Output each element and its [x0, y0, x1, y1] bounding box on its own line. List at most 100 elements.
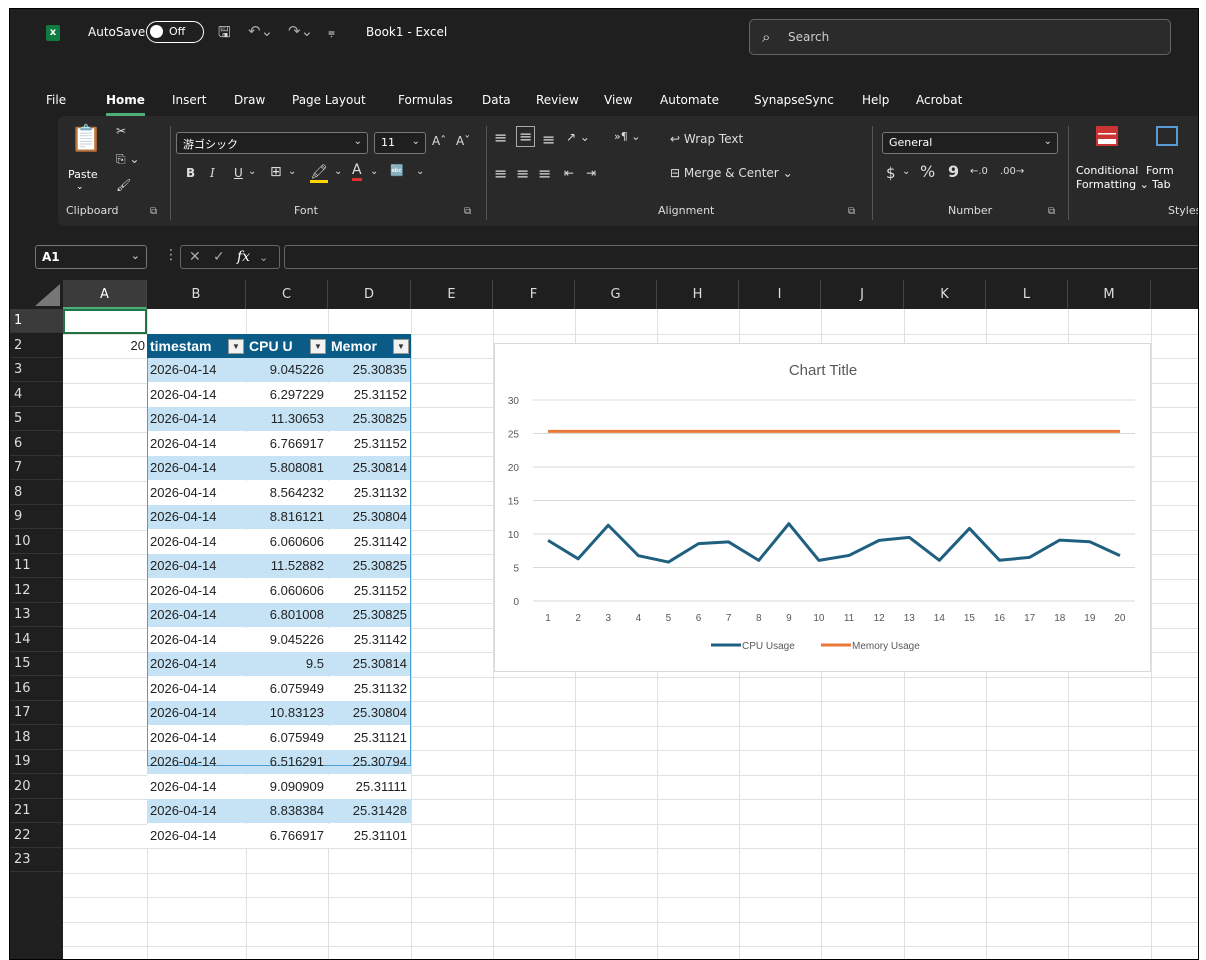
table-cell[interactable]: 6.766917	[246, 432, 328, 456]
row-header-13[interactable]: 13	[10, 603, 63, 627]
undo-icon[interactable]: ↶⌄	[248, 22, 273, 40]
table-cell[interactable]: 25.31152	[328, 383, 411, 407]
save-icon[interactable]: 🖫	[218, 22, 231, 47]
chevron-down-icon[interactable]: ⌄	[334, 166, 342, 177]
fill-color-icon[interactable]: 🖍	[310, 164, 328, 183]
table-cell[interactable]: 11.30653	[246, 407, 328, 431]
table-cell[interactable]: 2026-04-14	[147, 530, 246, 554]
align-middle-icon[interactable]: ≡	[516, 126, 536, 147]
conditional-formatting-button[interactable]: Conditional	[1076, 164, 1138, 177]
name-box[interactable]: A1 ⌄	[35, 245, 147, 269]
table-cell[interactable]: 9.5	[246, 652, 328, 676]
table-cell[interactable]: 9.090909	[246, 775, 328, 799]
table-cell[interactable]: 2026-04-14	[147, 750, 246, 774]
row-header-9[interactable]: 9	[10, 505, 63, 529]
table-cell[interactable]: 2026-04-14	[147, 505, 246, 529]
tab-data[interactable]: Data	[482, 93, 511, 107]
underline-button[interactable]: U	[234, 166, 243, 180]
filter-dropdown-icon[interactable]: ▼	[310, 339, 326, 354]
table-cell[interactable]: 8.564232	[246, 481, 328, 505]
table-cell[interactable]: 8.816121	[246, 505, 328, 529]
font-size-combo[interactable]: 11 ⌄	[374, 132, 426, 154]
column-header-a[interactable]: A	[63, 280, 147, 309]
table-cell[interactable]: 9.045226	[246, 628, 328, 652]
table-cell[interactable]: 2026-04-14	[147, 726, 246, 750]
row-header-18[interactable]: 18	[10, 726, 63, 750]
tab-help[interactable]: Help	[862, 93, 889, 107]
table-cell[interactable]: 2026-04-14	[147, 824, 246, 848]
column-header-g[interactable]: G	[575, 280, 657, 309]
row-header-4[interactable]: 4	[10, 383, 63, 407]
italic-button[interactable]: I	[210, 166, 215, 180]
table-cell[interactable]: 6.060606	[246, 579, 328, 603]
cut-icon[interactable]: ✂	[116, 124, 126, 138]
row-header-21[interactable]: 21	[10, 799, 63, 823]
conditional-formatting-icon[interactable]	[1096, 126, 1118, 146]
row-header-8[interactable]: 8	[10, 481, 63, 505]
align-right-icon[interactable]: ≡	[538, 164, 551, 183]
row-header-22[interactable]: 22	[10, 824, 63, 848]
table-cell[interactable]: 25.31111	[328, 775, 411, 799]
table-cell[interactable]: 25.31132	[328, 481, 411, 505]
search-box[interactable]: ⌕ Search	[749, 19, 1171, 55]
column-header-d[interactable]: D	[328, 280, 411, 309]
copy-icon[interactable]: ⎘ ⌄	[116, 152, 139, 167]
tab-formulas[interactable]: Formulas	[398, 93, 453, 107]
column-header-j[interactable]: J	[821, 280, 904, 309]
table-cell[interactable]: 25.30814	[328, 652, 411, 676]
decrease-decimal-icon[interactable]: .00→	[1000, 166, 1024, 177]
tab-synapsesync[interactable]: SynapseSync	[754, 93, 834, 107]
table-cell[interactable]: 25.30804	[328, 701, 411, 725]
paste-dropdown-icon[interactable]: ⌄	[76, 182, 84, 192]
column-header-b[interactable]: B	[147, 280, 246, 309]
table-cell[interactable]: 25.30825	[328, 603, 411, 627]
alignment-dialog-launcher-icon[interactable]: ⧉	[848, 206, 855, 217]
table-cell[interactable]: 2026-04-14	[147, 652, 246, 676]
tab-file[interactable]: File	[46, 93, 66, 107]
tab-insert[interactable]: Insert	[172, 93, 206, 107]
table-cell[interactable]: 2026-04-14	[147, 775, 246, 799]
table-cell[interactable]: 10.83123	[246, 701, 328, 725]
tab-page-layout[interactable]: Page Layout	[292, 93, 366, 107]
tab-view[interactable]: View	[604, 93, 632, 107]
table-cell[interactable]: 25.31428	[328, 799, 411, 823]
column-header-e[interactable]: E	[411, 280, 493, 309]
row-header-2[interactable]: 2	[10, 334, 63, 358]
table-cell[interactable]: 25.31152	[328, 579, 411, 603]
table-cell[interactable]: 11.52882	[246, 554, 328, 578]
table-header-memory[interactable]: Memor ▼	[328, 334, 411, 358]
number-format-combo[interactable]: General ⌄	[882, 132, 1058, 154]
table-cell[interactable]: 6.516291	[246, 750, 328, 774]
table-cell[interactable]: 2026-04-14	[147, 407, 246, 431]
table-cell[interactable]: 25.31142	[328, 530, 411, 554]
column-header-h[interactable]: H	[657, 280, 739, 309]
column-header-c[interactable]: C	[246, 280, 328, 309]
increase-decimal-icon[interactable]: ←.0	[970, 166, 988, 177]
format-as-table-icon[interactable]	[1156, 126, 1178, 146]
chevron-down-icon[interactable]: ⌄	[248, 166, 256, 177]
chevron-down-icon[interactable]: ⌄	[259, 251, 268, 264]
chevron-down-icon[interactable]: ⌄	[902, 166, 910, 177]
formula-input[interactable]	[284, 245, 1198, 269]
tab-acrobat[interactable]: Acrobat	[916, 93, 962, 107]
table-cell[interactable]: 2026-04-14	[147, 628, 246, 652]
cancel-icon[interactable]: ✕	[189, 249, 201, 265]
table-cell[interactable]: 2026-04-14	[147, 579, 246, 603]
table-cell[interactable]: 6.075949	[246, 677, 328, 701]
table-cell[interactable]: 6.801008	[246, 603, 328, 627]
column-header-f[interactable]: F	[493, 280, 575, 309]
table-cell[interactable]: 25.30804	[328, 505, 411, 529]
number-dialog-launcher-icon[interactable]: ⧉	[1048, 206, 1055, 217]
row-header-16[interactable]: 16	[10, 677, 63, 701]
table-header-cpu[interactable]: CPU U ▼	[246, 334, 328, 358]
font-dialog-launcher-icon[interactable]: ⧉	[464, 206, 471, 217]
font-name-combo[interactable]: 游ゴシック ⌄	[176, 132, 368, 154]
table-cell[interactable]: 6.766917	[246, 824, 328, 848]
row-header-20[interactable]: 20	[10, 775, 63, 799]
clipboard-dialog-launcher-icon[interactable]: ⧉	[150, 206, 157, 217]
chevron-down-icon[interactable]: ⌄	[288, 166, 296, 177]
chevron-down-icon[interactable]: ⌄	[416, 166, 424, 177]
table-cell[interactable]: 9.045226	[246, 358, 328, 382]
table-cell[interactable]: 25.31101	[328, 824, 411, 848]
table-cell[interactable]: 25.31152	[328, 432, 411, 456]
